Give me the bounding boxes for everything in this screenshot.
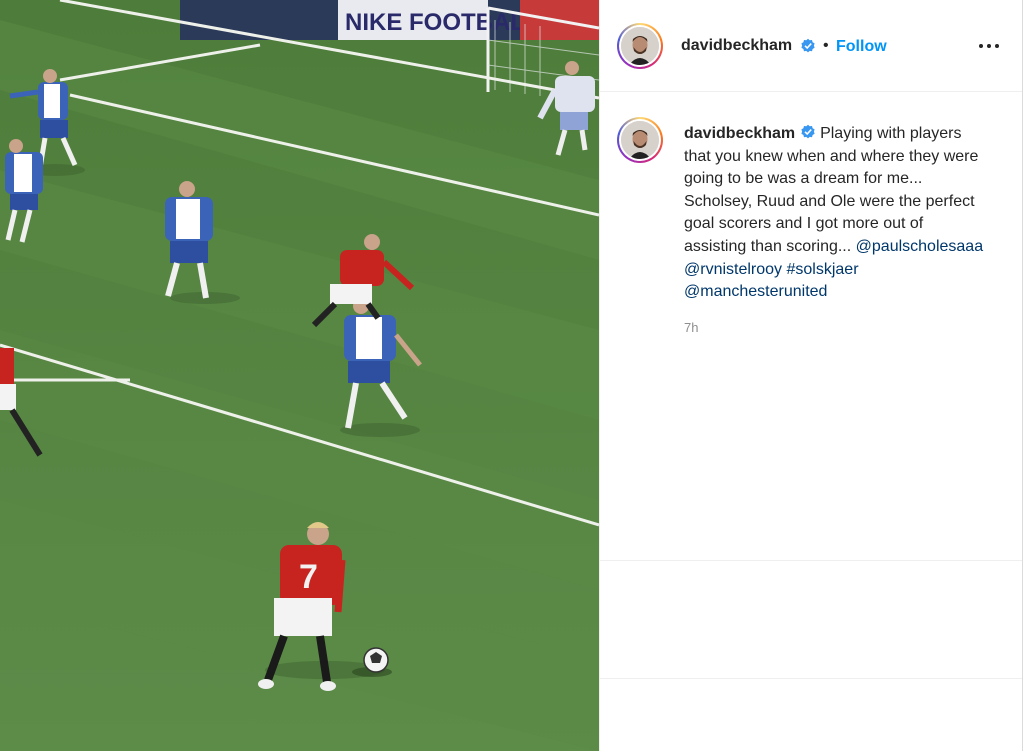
comment-avatar[interactable] — [617, 117, 663, 163]
post-side-panel: davidbeckham • Follow davidbeckham Playi… — [599, 0, 1023, 751]
comment-timestamp[interactable]: 7h — [684, 320, 698, 335]
divider — [600, 560, 1022, 561]
football-video-frame: NIKE FOOTBALL.COM 7 — [0, 0, 599, 751]
post-author-username[interactable]: davidbeckham — [681, 37, 792, 55]
avatar[interactable] — [617, 23, 663, 69]
mention-link[interactable]: @paulscholesaaa — [856, 238, 983, 255]
post-header: davidbeckham • Follow — [600, 0, 1022, 92]
profile-photo — [621, 121, 659, 159]
follow-button[interactable]: Follow — [836, 38, 887, 56]
verified-badge-icon — [801, 38, 815, 53]
divider — [600, 678, 1022, 679]
mention-link[interactable]: @rvnistelrooy — [684, 261, 782, 278]
caption-text: Playing with players that you knew when … — [684, 125, 979, 255]
post-caption: davidbeckham Playing with players that y… — [684, 123, 989, 304]
separator-dot: • — [823, 37, 829, 54]
shirt-number: 7 — [299, 558, 318, 596]
verified-badge-icon — [801, 124, 815, 139]
profile-photo — [621, 27, 659, 65]
post-media[interactable]: NIKE FOOTBALL.COM 7 — [0, 0, 599, 751]
caption-username[interactable]: davidbeckham — [684, 125, 795, 142]
more-options-icon[interactable] — [979, 38, 1001, 54]
hashtag-link[interactable]: #solskjaer — [787, 261, 859, 278]
mention-link[interactable]: @manchesterunited — [684, 283, 827, 300]
